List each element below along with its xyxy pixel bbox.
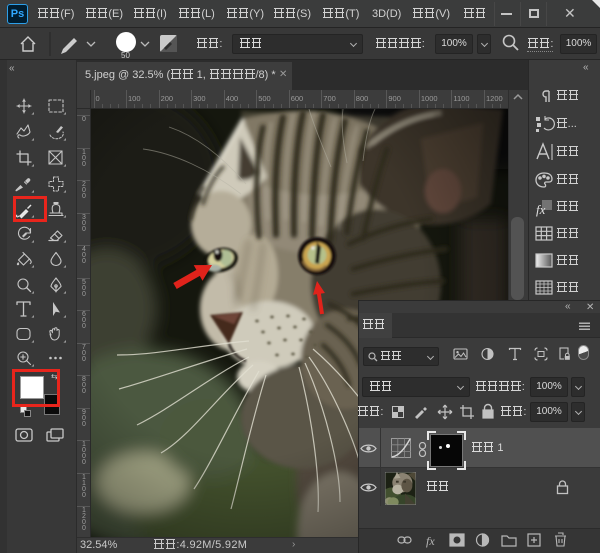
svg-text:fx: fx [426, 534, 435, 548]
svg-text:fx: fx [536, 202, 546, 217]
